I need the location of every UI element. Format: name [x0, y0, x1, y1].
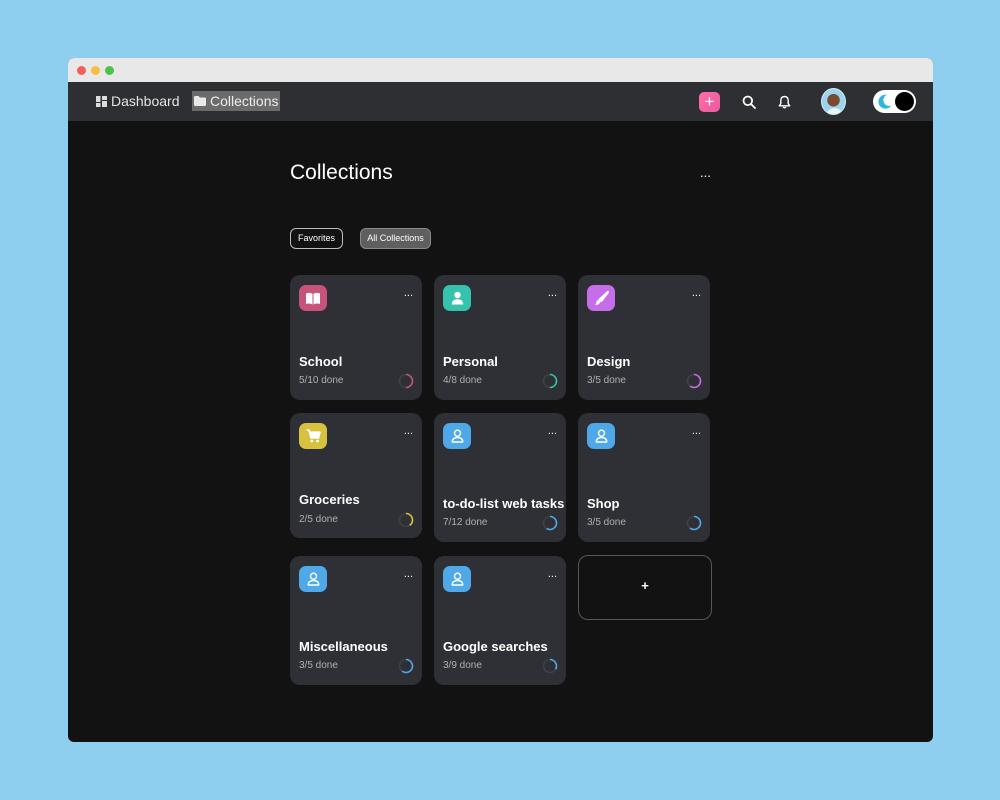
collection-title: Personal	[443, 354, 498, 369]
add-collection-button[interactable]: +	[578, 555, 712, 620]
progress-ring	[398, 658, 414, 674]
progress-ring	[542, 373, 558, 389]
search-icon[interactable]	[740, 93, 758, 111]
collection-title: School	[299, 354, 343, 369]
progress-ring	[398, 512, 414, 528]
browser-window: Dashboard Collections + Collections ... …	[68, 58, 933, 742]
collection-card[interactable]: ... Shop 3/5 done	[578, 413, 710, 542]
card-more-button[interactable]: ...	[548, 426, 557, 437]
collection-progress-text: 2/5 done	[299, 514, 338, 525]
card-more-button[interactable]: ...	[404, 288, 413, 299]
user-icon	[299, 566, 327, 592]
card-more-button[interactable]: ...	[692, 288, 701, 299]
collection-card[interactable]: ... School 5/10 done	[290, 275, 422, 400]
collection-card[interactable]: ... Groceries 2/5 done	[290, 413, 422, 538]
collection-title: Design	[587, 354, 631, 369]
top-navbar: Dashboard Collections +	[68, 82, 933, 121]
theme-toggle[interactable]	[873, 90, 916, 113]
collection-progress-text: 3/5 done	[587, 375, 626, 386]
collection-progress-text: 3/5 done	[299, 660, 338, 671]
add-button[interactable]: +	[699, 92, 720, 112]
dashboard-icon	[96, 95, 107, 107]
collection-title: Groceries	[299, 492, 360, 507]
all-collections-filter-button[interactable]: All Collections	[360, 228, 431, 249]
book-icon	[299, 285, 327, 311]
collection-progress-text: 4/8 done	[443, 375, 482, 386]
nav-collections-link[interactable]: Collections	[192, 91, 281, 111]
collection-card[interactable]: ... Google searches 3/9 done	[434, 556, 566, 685]
page-more-button[interactable]: ...	[700, 165, 711, 180]
progress-ring	[686, 515, 702, 531]
minimize-window-button[interactable]	[91, 65, 100, 75]
toggle-knob	[895, 92, 914, 111]
user-icon	[443, 566, 471, 592]
close-window-button[interactable]	[77, 65, 86, 75]
favorites-filter-button[interactable]: Favorites	[290, 228, 343, 249]
collection-title: Shop	[587, 496, 620, 511]
collection-title: Google searches	[443, 639, 548, 654]
collection-card[interactable]: ... Personal 4/8 done	[434, 275, 566, 400]
brush-icon	[587, 285, 615, 311]
card-more-button[interactable]: ...	[692, 426, 701, 437]
nav-collections-label: Collections	[210, 93, 279, 109]
card-more-button[interactable]: ...	[548, 288, 557, 299]
maximize-window-button[interactable]	[105, 65, 114, 75]
card-more-button[interactable]: ...	[404, 426, 413, 437]
user-icon	[443, 423, 471, 449]
collection-progress-text: 7/12 done	[443, 517, 488, 528]
nav-dashboard-label: Dashboard	[111, 93, 180, 109]
collection-card[interactable]: ... to-do-list web tasks 7/12 done	[434, 413, 566, 542]
collection-title: to-do-list web tasks	[443, 496, 565, 511]
progress-ring	[398, 373, 414, 389]
avatar[interactable]	[821, 88, 846, 115]
collection-card[interactable]: ... Miscellaneous 3/5 done	[290, 556, 422, 685]
cart-icon	[299, 423, 327, 449]
progress-ring	[686, 373, 702, 389]
collection-card[interactable]: ... Design 3/5 done	[578, 275, 710, 400]
user-icon	[587, 423, 615, 449]
window-titlebar	[68, 58, 933, 82]
progress-ring	[542, 515, 558, 531]
card-more-button[interactable]: ...	[548, 569, 557, 580]
nav-dashboard-link[interactable]: Dashboard	[94, 91, 182, 111]
folder-icon	[194, 96, 206, 106]
page-title: Collections	[290, 161, 393, 184]
collection-progress-text: 3/9 done	[443, 660, 482, 671]
card-more-button[interactable]: ...	[404, 569, 413, 580]
collection-progress-text: 5/10 done	[299, 375, 344, 386]
collection-title: Miscellaneous	[299, 639, 388, 654]
collection-progress-text: 3/5 done	[587, 517, 626, 528]
bell-icon[interactable]	[775, 93, 793, 111]
moon-icon	[878, 94, 892, 109]
person-icon	[443, 285, 471, 311]
progress-ring	[542, 658, 558, 674]
